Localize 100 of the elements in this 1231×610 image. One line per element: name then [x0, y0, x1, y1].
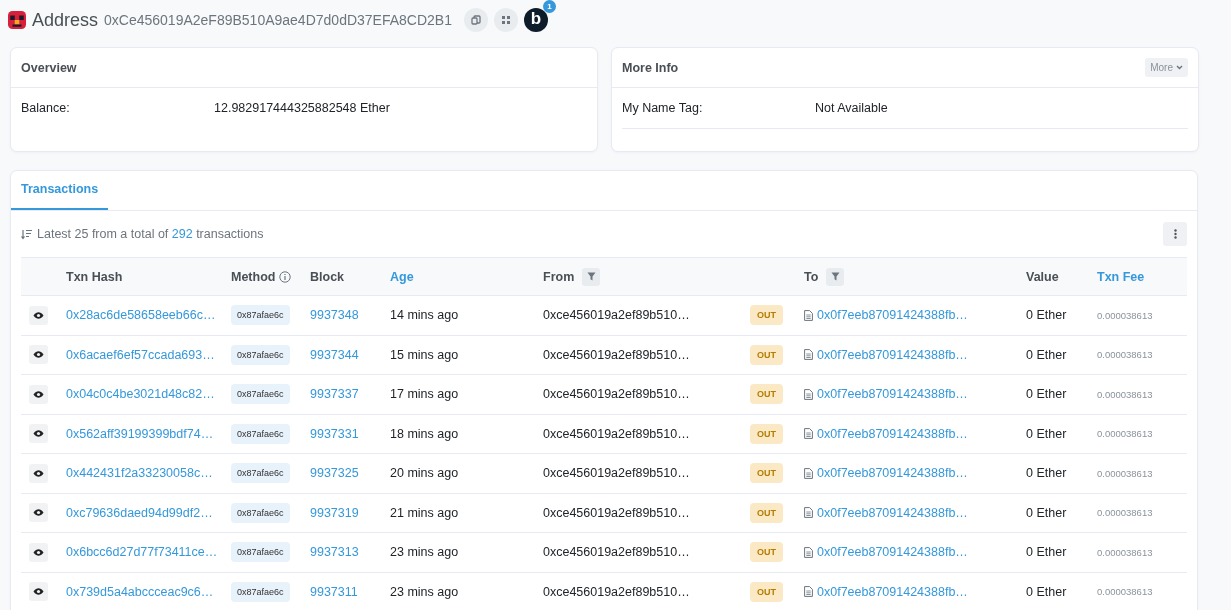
filter-button[interactable]: [826, 267, 845, 286]
column-header[interactable]: Txn Fee: [1097, 269, 1145, 284]
to-address-link[interactable]: 0x0f7eeb87091424388fb…: [817, 308, 968, 323]
eye-icon: [33, 588, 44, 596]
transaction-hash-link[interactable]: 0x442431f2a33230058c…: [66, 466, 213, 481]
document-icon: [804, 388, 813, 400]
column-header: Method: [231, 269, 276, 284]
card-title: Overview: [21, 60, 77, 75]
from-address: 0xce456019a2ef89b510…: [543, 505, 690, 520]
column-header: Value: [1026, 269, 1059, 284]
to-address-link[interactable]: 0x0f7eeb87091424388fb…: [817, 466, 968, 481]
column-header: To: [804, 269, 819, 284]
field-value: Not Available: [815, 101, 888, 115]
fee-text: 0.000038613: [1097, 349, 1153, 361]
column-header: Txn Hash: [66, 269, 123, 284]
eye-icon: [33, 509, 44, 517]
sort-icon: [21, 228, 33, 240]
more-dropdown-button[interactable]: More: [1145, 58, 1188, 77]
direction-tag: OUT: [750, 423, 783, 444]
field-label: My Name Tag:: [622, 101, 704, 115]
value-text: 0 Ether: [1026, 308, 1067, 323]
from-address: 0xce456019a2ef89b510…: [543, 426, 690, 441]
eye-icon: [33, 469, 44, 477]
transaction-hash-link[interactable]: 0x739d5a4abccceac9c6…: [66, 584, 214, 599]
options-button[interactable]: [1163, 222, 1187, 246]
block-link[interactable]: 9937348: [310, 308, 359, 323]
value-text: 0 Ether: [1026, 584, 1067, 599]
eye-icon: [33, 351, 44, 359]
preview-button[interactable]: [29, 463, 48, 483]
preview-button[interactable]: [29, 345, 48, 365]
field-label: Balance:: [21, 101, 71, 115]
fee-text: 0.000038613: [1097, 586, 1153, 598]
direction-tag: OUT: [750, 463, 783, 484]
method-tag: 0x87afae6c: [231, 423, 290, 444]
document-icon: [804, 309, 813, 321]
method-tag: 0x87afae6c: [231, 502, 290, 523]
from-address: 0xce456019a2ef89b510…: [543, 545, 690, 560]
transaction-hash-link[interactable]: 0x6acaef6ef57ccada693…: [66, 347, 215, 362]
transaction-hash-link[interactable]: 0x04c0c4be3021d48c82…: [66, 387, 215, 402]
column-header: Block: [310, 269, 345, 284]
fee-text: 0.000038613: [1097, 507, 1153, 519]
preview-button[interactable]: [29, 542, 48, 562]
age-text: 15 mins ago: [390, 347, 459, 362]
method-tag: 0x87afae6c: [231, 463, 290, 484]
info-icon: [279, 270, 292, 283]
to-address-link[interactable]: 0x0f7eeb87091424388fb…: [817, 545, 968, 560]
document-icon: [804, 546, 813, 558]
age-text: 23 mins ago: [390, 545, 459, 560]
transaction-hash-link[interactable]: 0xc79636daed94d99df2…: [66, 505, 213, 520]
block-link[interactable]: 9937311: [310, 584, 358, 599]
preview-button[interactable]: [29, 305, 48, 325]
address-text: 0xCe456019A2eF89B510A9ae4D7d0dD37EFA8CD2B1: [104, 12, 452, 28]
copy-button[interactable]: [463, 8, 488, 32]
from-address: 0xce456019a2ef89b510…: [543, 308, 690, 323]
transaction-hash-link[interactable]: 0x6bcc6d27d77f73411ce…: [66, 545, 218, 560]
method-tag: 0x87afae6c: [231, 384, 290, 405]
age-text: 23 mins ago: [390, 584, 459, 599]
identicon-icon: [8, 11, 26, 29]
tab[interactable]: Transactions: [11, 171, 109, 210]
column-header[interactable]: Age: [390, 269, 414, 284]
preview-button[interactable]: [29, 503, 48, 523]
app-logo-button[interactable]: b: [523, 8, 548, 32]
document-icon: [804, 467, 813, 479]
value-text: 0 Ether: [1026, 545, 1067, 560]
notification-badge: 1: [542, 0, 556, 13]
block-link[interactable]: 9937331: [310, 426, 359, 441]
summary-text: Latest 25 from a total of 292 transactions: [37, 227, 264, 241]
block-link[interactable]: 9937313: [310, 545, 359, 560]
block-link[interactable]: 9937344: [310, 347, 359, 362]
value-text: 0 Ether: [1026, 347, 1067, 362]
to-address-link[interactable]: 0x0f7eeb87091424388fb…: [817, 505, 968, 520]
value-text: 0 Ether: [1026, 387, 1067, 402]
eye-icon: [33, 430, 44, 438]
age-text: 17 mins ago: [390, 387, 459, 402]
block-link[interactable]: 9937325: [310, 466, 359, 481]
direction-tag: OUT: [750, 384, 783, 405]
preview-button[interactable]: [29, 582, 48, 602]
age-text: 20 mins ago: [390, 466, 459, 481]
page-title: Address: [32, 9, 99, 31]
method-tag: 0x87afae6c: [231, 542, 290, 563]
preview-button[interactable]: [29, 384, 48, 404]
to-address-link[interactable]: 0x0f7eeb87091424388fb…: [817, 347, 968, 362]
document-icon: [804, 586, 813, 598]
preview-button[interactable]: [29, 424, 48, 444]
filter-button[interactable]: [582, 267, 601, 286]
method-tag: 0x87afae6c: [231, 581, 290, 602]
to-address-link[interactable]: 0x0f7eeb87091424388fb…: [817, 387, 968, 402]
direction-tag: OUT: [750, 305, 783, 326]
transaction-hash-link[interactable]: 0x28ac6de58658eeb66c…: [66, 308, 216, 323]
age-text: 18 mins ago: [390, 426, 459, 441]
qr-code-button[interactable]: [493, 8, 518, 32]
eye-icon: [33, 311, 44, 319]
from-address: 0xce456019a2ef89b510…: [543, 347, 690, 362]
transaction-hash-link[interactable]: 0x562aff39199399bdf74…: [66, 426, 214, 441]
to-address-link[interactable]: 0x0f7eeb87091424388fb…: [817, 426, 968, 441]
block-link[interactable]: 9937319: [310, 505, 359, 520]
document-icon: [804, 349, 813, 361]
from-address: 0xce456019a2ef89b510…: [543, 584, 690, 599]
block-link[interactable]: 9937337: [310, 387, 359, 402]
to-address-link[interactable]: 0x0f7eeb87091424388fb…: [817, 584, 968, 599]
